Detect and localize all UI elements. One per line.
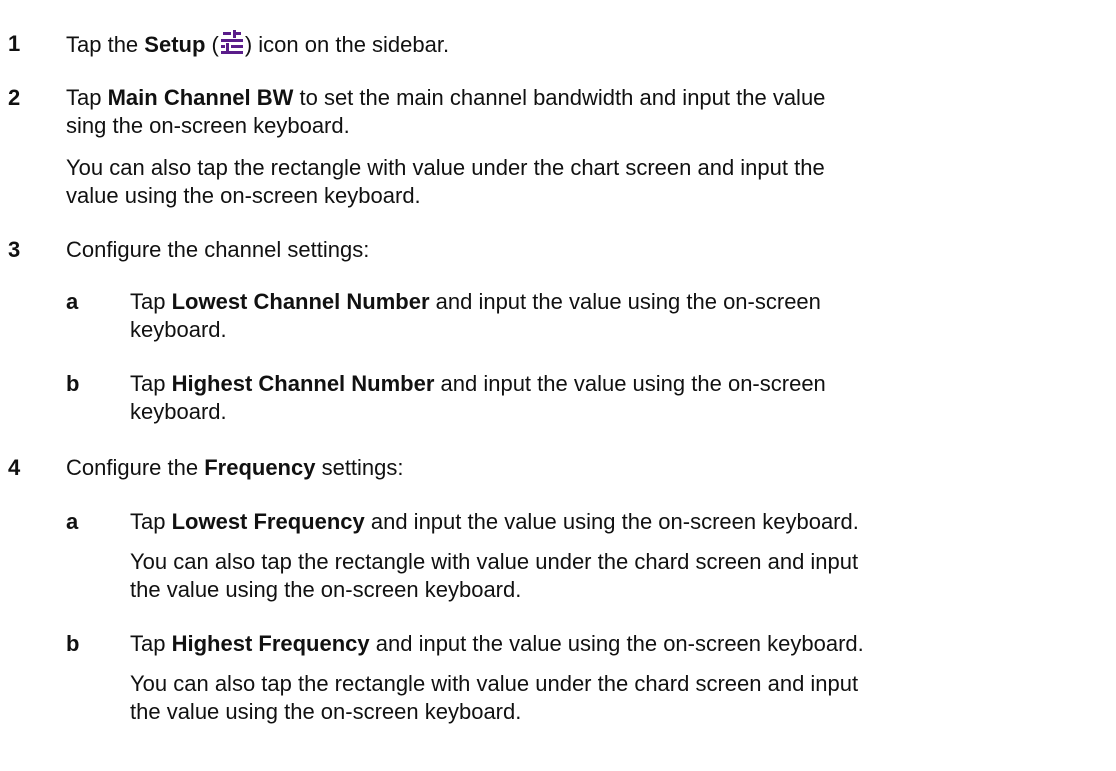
substep-letter: b — [66, 371, 80, 396]
step-3b-text-cont: keyboard. — [130, 399, 227, 424]
text: and input the value using the on-screen — [434, 371, 826, 396]
step-4-text: Configure the Frequency settings: — [66, 454, 404, 482]
main-channel-bw-label: Main Channel BW — [107, 85, 294, 110]
substep-letter: a — [66, 509, 79, 534]
text: Tap — [66, 85, 108, 110]
lowest-channel-number-label: Lowest Channel Number — [171, 289, 430, 314]
substep-letter: b — [66, 631, 80, 656]
text: ) icon on the sidebar. — [244, 32, 450, 57]
substep-letter: a — [66, 289, 79, 314]
text: Tap — [130, 509, 172, 534]
step-4b-text: Tap Highest Frequency and input the valu… — [130, 630, 864, 658]
step-4a-note-l2: the value using the on-screen keyboard. — [130, 577, 522, 602]
step-2-note-l1: You can also tap the rectangle with valu… — [66, 155, 825, 180]
text: settings: — [315, 455, 404, 480]
step-4a-text: Tap Lowest Frequency and input the value… — [130, 508, 859, 536]
step-number: 1 — [8, 31, 21, 56]
step-1-text: Tap the Setup ( ) icon on the sidebar. — [66, 30, 449, 59]
step-number: 2 — [8, 85, 21, 110]
text: Tap — [130, 371, 172, 396]
highest-channel-number-label: Highest Channel Number — [171, 371, 435, 396]
step-4b-note-l1: You can also tap the rectangle with valu… — [130, 671, 859, 696]
step-3a-text-cont: keyboard. — [130, 317, 227, 342]
step-number: 4 — [8, 455, 21, 480]
text: ( — [205, 32, 219, 57]
setup-sliders-icon — [220, 30, 243, 54]
text: to set the main channel bandwidth and in… — [293, 85, 826, 110]
step-2-text-cont: sing the on-screen keyboard. — [66, 113, 350, 138]
step-3a-text: Tap Lowest Channel Number and input the … — [130, 288, 821, 316]
setup-label: Setup — [144, 32, 206, 57]
step-3-text: Configure the channel settings: — [66, 237, 370, 262]
step-2-text: Tap Main Channel BW to set the main chan… — [66, 84, 825, 112]
frequency-label: Frequency — [204, 455, 316, 480]
step-4b-note-l2: the value using the on-screen keyboard. — [130, 699, 522, 724]
text: Tap — [130, 631, 172, 656]
step-number: 3 — [8, 237, 21, 262]
text: Configure the — [66, 455, 205, 480]
text: and input the value using the on-screen … — [369, 631, 864, 656]
lowest-frequency-label: Lowest Frequency — [171, 509, 365, 534]
text: Tap the — [66, 32, 145, 57]
step-4a-note-l1: You can also tap the rectangle with valu… — [130, 549, 859, 574]
text: and input the value using the on-screen … — [364, 509, 859, 534]
highest-frequency-label: Highest Frequency — [171, 631, 370, 656]
step-3b-text: Tap Highest Channel Number and input the… — [130, 370, 826, 398]
text: Tap — [130, 289, 172, 314]
step-2-note-l2: value using the on-screen keyboard. — [66, 183, 421, 208]
text: and input the value using the on-screen — [429, 289, 821, 314]
